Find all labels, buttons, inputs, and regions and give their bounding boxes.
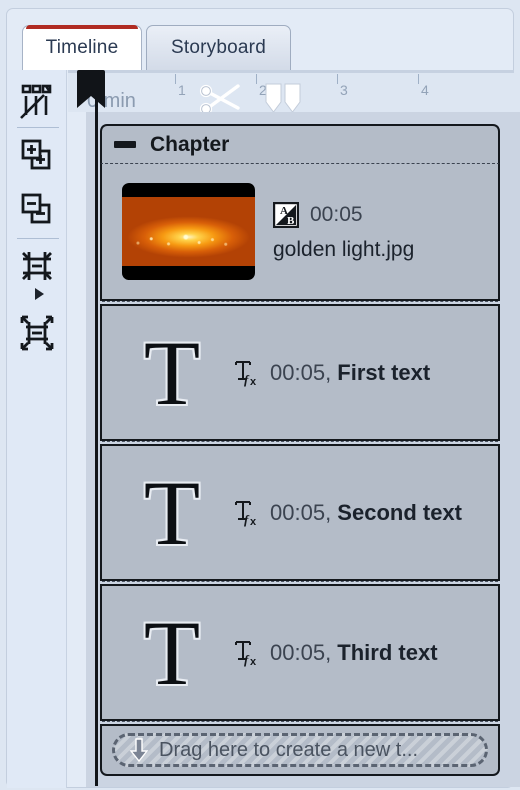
- text-effects-icon: f x: [235, 640, 257, 667]
- clip-name: Third text: [337, 639, 438, 665]
- toolbar-button-zoom-out-track[interactable]: [13, 186, 61, 232]
- thumbnail-image: [122, 197, 255, 266]
- svg-text:x: x: [250, 656, 257, 667]
- clip-title-1[interactable]: T f x 00:05, First text: [100, 304, 500, 441]
- clip-name: First text: [337, 359, 431, 385]
- serif-capital-t-icon: T: [143, 601, 201, 704]
- expand-fit-icon: [20, 315, 54, 351]
- serif-capital-t-icon: T: [143, 461, 201, 564]
- film-strip-icon: [20, 84, 52, 119]
- tab-storyboard-label: Storyboard: [171, 37, 266, 58]
- scissors-icon: [199, 84, 240, 112]
- clip-separator: [102, 581, 498, 583]
- dropzone-label: Drag here to create a new t...: [159, 738, 419, 761]
- minus-icon[interactable]: [114, 141, 136, 148]
- text-effects-icon: f x: [235, 360, 257, 387]
- clip-metadata: f x 00:05, Third text: [234, 639, 438, 667]
- timeline-track-area: Chapter A B 00:05 golden light.jpg T f x…: [86, 112, 512, 787]
- text-effects-icon: f x: [235, 500, 257, 527]
- clip-duration: 00:05: [270, 499, 326, 525]
- ruler-tick: [256, 74, 257, 84]
- clip-separator: [102, 441, 498, 443]
- ruler-tick: [418, 74, 419, 84]
- svg-text:B: B: [287, 215, 295, 227]
- svg-text:x: x: [250, 516, 257, 527]
- serif-capital-t-icon: T: [143, 321, 201, 424]
- playhead-line[interactable]: [95, 96, 98, 786]
- clip-separator: [102, 721, 498, 723]
- clip-title-3[interactable]: T f x 00:05, Third text: [100, 584, 500, 721]
- ruler-tick-label: 4: [421, 82, 429, 98]
- transition-ab-icon: A B: [273, 201, 299, 228]
- toolbar-separator-2: [17, 238, 59, 239]
- down-arrow-icon: [129, 738, 149, 763]
- clip-duration: 00:05: [270, 639, 326, 665]
- chapter-title: Chapter: [150, 132, 230, 156]
- ruler-tick-label: 3: [340, 82, 348, 98]
- tab-storyboard[interactable]: Storyboard: [146, 25, 291, 70]
- tab-timeline[interactable]: Timeline: [22, 25, 142, 70]
- dropzone-inner: Drag here to create a new t...: [112, 733, 488, 767]
- tab-timeline-label: Timeline: [45, 37, 119, 58]
- ruler-tick: [175, 74, 176, 84]
- toolbar-button-fit-track-height[interactable]: [13, 243, 61, 289]
- clip-name: Second text: [337, 499, 462, 525]
- toolbar-button-fit-to-window[interactable]: [13, 310, 61, 356]
- left-toolbar: [7, 70, 67, 788]
- playhead-handle[interactable]: [77, 70, 105, 108]
- remove-two-squares-icon: [21, 193, 51, 224]
- play-triangle-icon[interactable]: [35, 288, 44, 300]
- trim-marker-tool[interactable]: [262, 82, 306, 112]
- clip-label: 00:05, Second text: [270, 500, 462, 526]
- ruler-tick: [337, 74, 338, 84]
- clip-label: 00:05, First text: [270, 360, 430, 386]
- clip-duration: 00:05: [310, 202, 363, 226]
- add-two-squares-icon: [21, 139, 51, 170]
- clip-metadata: A B 00:05 golden light.jpg: [273, 201, 415, 262]
- toolbar-separator-1: [17, 127, 59, 128]
- clip-duration: 00:05: [270, 359, 326, 385]
- toolbar-button-show-hide-clips[interactable]: [13, 78, 61, 124]
- clip-separator: [102, 301, 498, 303]
- ruler-tick-label: 1: [178, 82, 186, 98]
- clip-metadata: f x 00:05, First text: [234, 359, 430, 387]
- clip-metadata: f x 00:05, Second text: [234, 499, 462, 527]
- clip-label-separator: ,: [325, 499, 338, 525]
- clip-label-separator: ,: [325, 359, 338, 385]
- tab-strip: Storyboard Timeline: [0, 0, 520, 70]
- timeline-editor-window: Storyboard Timeline 1 2 3 4 0 min Chapte…: [0, 0, 520, 790]
- split-clip-tool[interactable]: [198, 82, 244, 112]
- clip-image[interactable]: A B 00:05 golden light.jpg: [100, 164, 500, 301]
- clip-label-separator: ,: [325, 639, 338, 665]
- chapter-header[interactable]: Chapter: [100, 124, 500, 164]
- clip-label: 00:05, Third text: [270, 640, 438, 666]
- right-gutter: [512, 112, 520, 787]
- svg-text:x: x: [250, 376, 257, 387]
- double-chevron-down-icon: [265, 83, 301, 112]
- new-track-dropzone[interactable]: Drag here to create a new t...: [100, 724, 500, 776]
- ruler-top-edge: [68, 70, 514, 73]
- clip-title-2[interactable]: T f x 00:05, Second text: [100, 444, 500, 581]
- collapse-height-icon: [22, 252, 52, 280]
- toolbar-button-zoom-in-track[interactable]: [13, 132, 61, 178]
- golden-light-thumbnail: [122, 183, 255, 280]
- clip-duration-row: A B 00:05: [273, 201, 414, 228]
- clip-name: golden light.jpg: [273, 237, 415, 261]
- timeline-ruler[interactable]: 1 2 3 4 0 min: [68, 70, 514, 112]
